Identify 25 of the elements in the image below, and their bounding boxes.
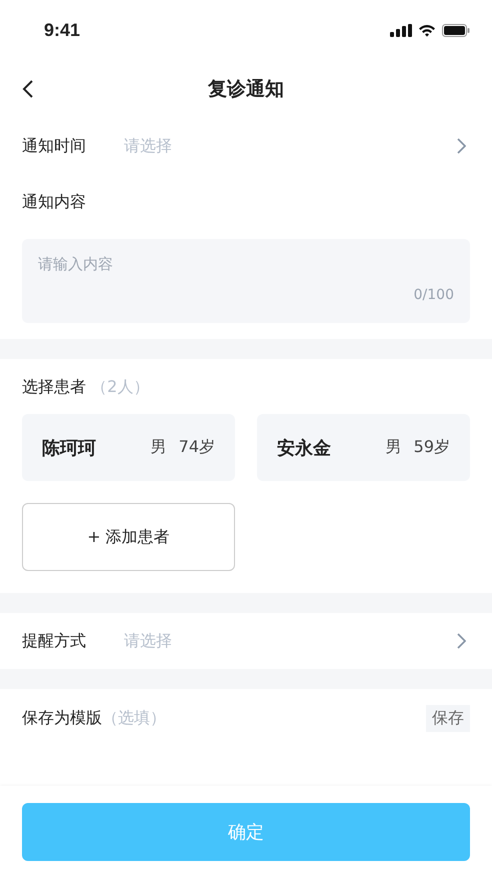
patient-name: 安永金 [277, 436, 332, 460]
chevron-right-icon [456, 137, 466, 155]
patient-name: 陈珂珂 [42, 436, 97, 460]
back-icon [22, 79, 34, 99]
signal-icon [390, 24, 412, 36]
patient-count: （2人） [91, 377, 150, 396]
save-button[interactable]: 保存 [426, 704, 470, 732]
page-title: 复诊通知 [208, 77, 284, 102]
patient-age: 74岁 [178, 437, 215, 458]
optional-hint: （选填） [102, 708, 167, 728]
patient-card[interactable]: 安永金 男 59岁 [257, 414, 470, 481]
template-label: 保存为模版 [22, 708, 102, 728]
patient-gender: 男 [386, 437, 402, 458]
chevron-right-icon [456, 632, 466, 650]
status-time: 9:41 [44, 20, 80, 40]
content-label: 通知内容 [22, 192, 86, 211]
patient-card[interactable]: 陈珂珂 男 74岁 [22, 414, 235, 481]
back-button[interactable] [22, 79, 34, 99]
patient-age: 59岁 [414, 437, 450, 458]
patients-label: 选择患者 [22, 377, 86, 396]
patient-gender: 男 [150, 437, 167, 458]
wifi-icon [418, 24, 436, 36]
character-counter: 0/100 [414, 287, 454, 303]
battery-icon [442, 24, 470, 36]
add-patient-button[interactable]: + 添加患者 [22, 503, 235, 571]
